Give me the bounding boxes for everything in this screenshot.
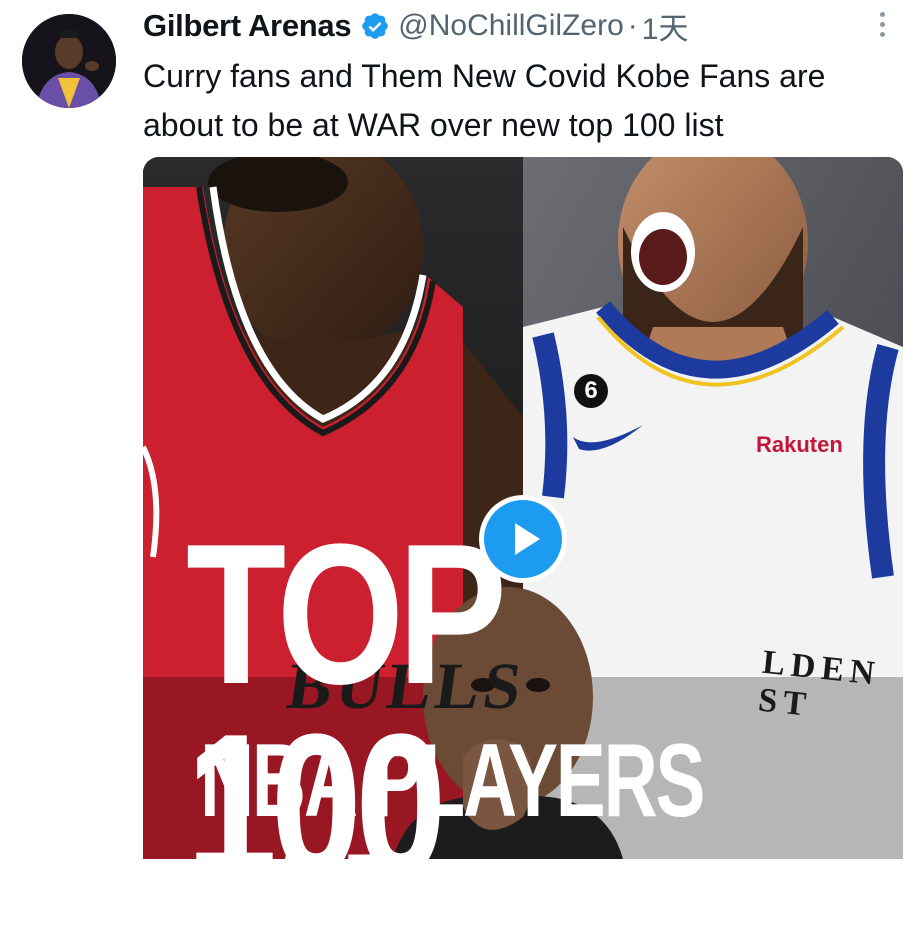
author-name[interactable]: Gilbert Arenas: [143, 8, 352, 44]
tweet-text: Curry fans and Them New Covid Kobe Fans …: [143, 58, 826, 143]
separator-dot: ·: [627, 9, 638, 42]
play-button[interactable]: [479, 495, 567, 583]
more-options-icon[interactable]: [872, 12, 892, 46]
overlay-subheadline: NBA PLAYERS EVER: [200, 723, 705, 949]
play-icon[interactable]: [484, 500, 562, 578]
author-avatar[interactable]: [22, 14, 116, 108]
jersey-number: 6: [574, 374, 608, 408]
sponsor-logo: Rakuten: [756, 432, 843, 457]
verified-badge-icon: [360, 11, 390, 41]
tweet-timestamp[interactable]: 1天: [642, 4, 689, 48]
author-handle[interactable]: @NoChillGilZero: [398, 9, 624, 43]
tweet-header: Gilbert Arenas @NoChillGilZero · 1天: [143, 6, 688, 46]
